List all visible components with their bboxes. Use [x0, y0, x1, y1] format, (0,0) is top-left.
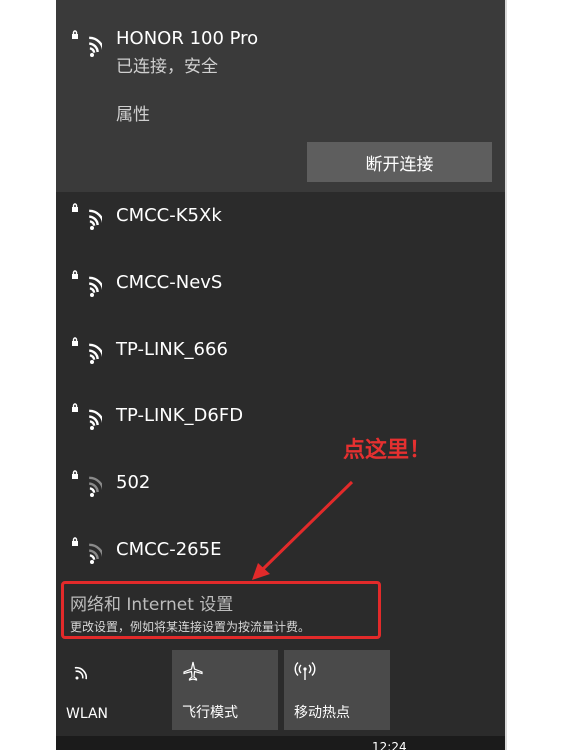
annotation-label: 点这里！ — [343, 438, 432, 463]
airplane-icon — [182, 660, 204, 682]
connected-network-item[interactable]: HONOR 100 Pro 已连接，安全 属性 断开连接 — [56, 0, 505, 192]
network-name: TP-LINK_D6FD — [116, 405, 244, 426]
hotspot-icon — [294, 660, 316, 682]
network-name: CMCC-265E — [116, 539, 222, 560]
network-list-item[interactable]: CMCC-265E — [56, 519, 505, 585]
disconnect-button[interactable]: 断开连接 — [307, 142, 492, 182]
wifi-secured-icon — [70, 28, 102, 60]
network-name: CMCC-NevS — [116, 272, 223, 293]
wifi-secured-icon — [70, 268, 102, 300]
wifi-secured-weak-icon — [70, 468, 102, 500]
properties-link[interactable]: 属性 — [116, 100, 150, 125]
quick-action-label: 飞行模式 — [182, 705, 238, 721]
quick-action-label: 移动热点 — [294, 705, 350, 721]
quick-action-label: WLAN — [66, 706, 109, 722]
network-list-item[interactable]: CMCC-K5Xk — [56, 185, 505, 251]
taskbar-clock: 12:24 — [372, 740, 407, 750]
connected-network-name: HONOR 100 Pro — [116, 28, 259, 49]
wifi-secured-weak-icon — [70, 535, 102, 567]
wifi-secured-icon — [70, 335, 102, 367]
wifi-icon — [66, 660, 88, 682]
quick-action-tile[interactable]: WLAN — [56, 650, 162, 730]
network-list-item[interactable]: 502 — [56, 452, 505, 518]
connected-network-status: 已连接，安全 — [116, 57, 218, 77]
network-list-item[interactable]: TP-LINK_D6FD — [56, 385, 505, 451]
network-list-item[interactable]: TP-LINK_666 — [56, 319, 505, 385]
annotation-highlight-box — [61, 581, 381, 639]
taskbar — [56, 736, 505, 750]
network-name: 502 — [116, 472, 151, 493]
wifi-secured-icon — [70, 401, 102, 433]
quick-action-tile[interactable]: 飞行模式 — [172, 650, 278, 730]
network-list-item[interactable]: CMCC-NevS — [56, 252, 505, 318]
quick-action-tile[interactable]: 移动热点 — [284, 650, 390, 730]
panel-border — [505, 0, 507, 750]
network-name: CMCC-K5Xk — [116, 205, 222, 226]
wifi-secured-icon — [70, 201, 102, 233]
network-name: TP-LINK_666 — [116, 339, 228, 360]
